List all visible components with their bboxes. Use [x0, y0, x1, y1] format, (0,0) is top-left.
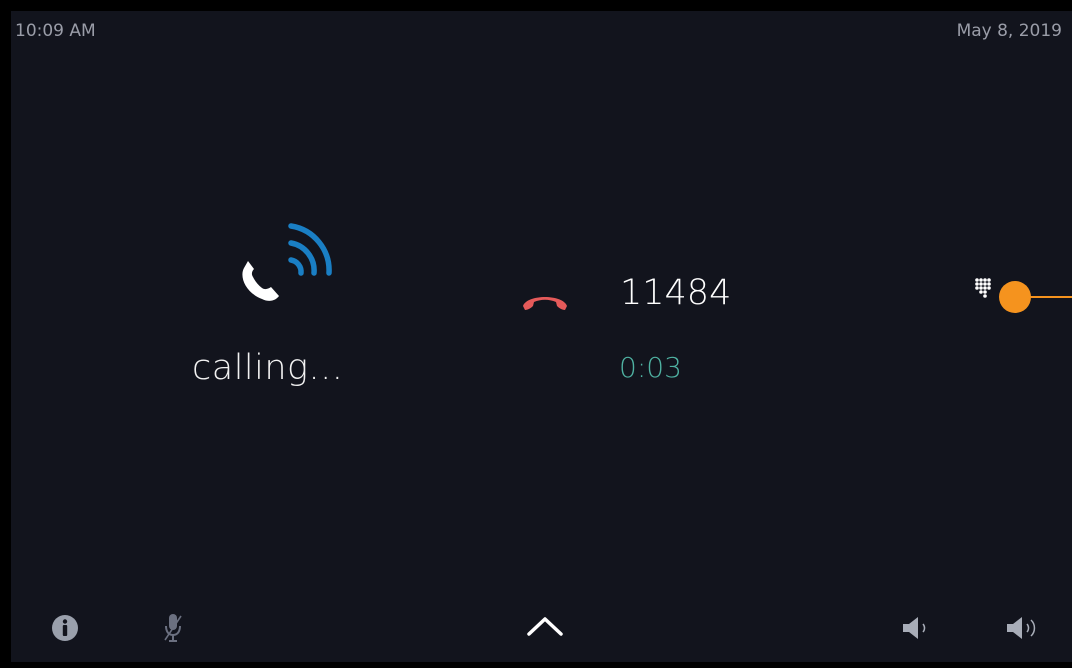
- microphone-muted-icon[interactable]: [161, 612, 185, 644]
- call-status-text: calling...: [192, 348, 344, 388]
- call-screen: 10:09 AM May 8, 2019 calling... 11484 0:…: [11, 11, 1072, 662]
- call-number: 11484: [620, 273, 732, 313]
- volume-down-icon[interactable]: [900, 613, 934, 643]
- info-icon[interactable]: [51, 614, 79, 642]
- call-duration: 0:03: [619, 351, 682, 384]
- annotation-marker-dot: [999, 281, 1031, 313]
- annotation-marker-line: [1029, 296, 1072, 298]
- chevron-up-icon[interactable]: [525, 614, 565, 638]
- keypad-icon[interactable]: [972, 275, 998, 301]
- phone-calling-icon: [242, 223, 332, 301]
- status-time: 10:09 AM: [15, 21, 96, 41]
- hangup-icon[interactable]: [519, 286, 571, 314]
- device-frame: 10:09 AM May 8, 2019 calling... 11484 0:…: [0, 0, 1072, 668]
- status-date: May 8, 2019: [956, 21, 1062, 41]
- volume-up-icon[interactable]: [1004, 613, 1042, 643]
